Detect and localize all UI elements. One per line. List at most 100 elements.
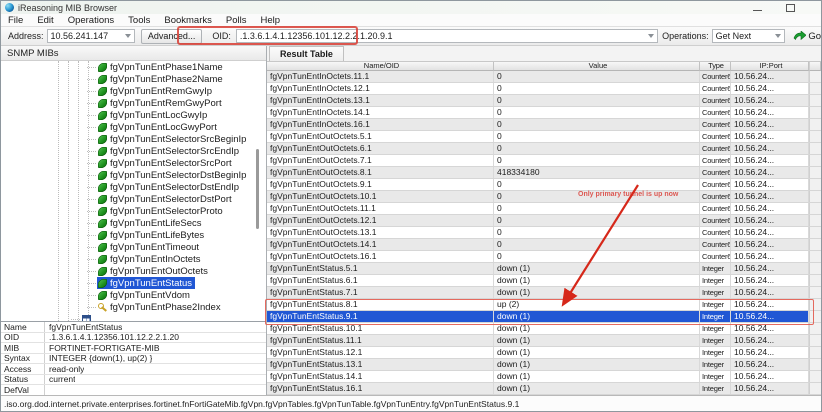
table-scrollbar-track[interactable] [809, 299, 821, 310]
table-scrollbar-track[interactable] [809, 371, 821, 382]
table-scrollbar-track[interactable] [809, 311, 821, 322]
tree-item[interactable]: fgVpnTunEntLocGwyIp [86, 109, 210, 121]
tree-item[interactable]: fgVpnTunEntPhase1Name [87, 61, 226, 73]
result-table-row[interactable]: fgVpnTunEntStatus.12.1 down (1) Integer … [267, 347, 821, 359]
table-scrollbar-track[interactable] [809, 119, 821, 130]
tree-item[interactable]: fgVpnTunEntPhase2Name [87, 73, 226, 85]
result-table-row[interactable]: fgVpnTunEntOutOctets.7.1 0 Counter64 10.… [267, 155, 821, 167]
result-table-row[interactable]: fgVpnTunEntStatus.13.1 down (1) Integer … [267, 359, 821, 371]
table-scrollbar-track[interactable] [809, 179, 821, 190]
column-header-value[interactable]: Value [494, 62, 700, 71]
result-table-row[interactable]: fgVpnTunEntInOctets.14.1 0 Counter64 10.… [267, 107, 821, 119]
table-scrollbar-track[interactable] [809, 191, 821, 202]
tree-item[interactable]: fgVpnTunEntSelectorSrcEndIp [86, 145, 242, 157]
result-table-row[interactable]: fgVpnTunEntInOctets.13.1 0 Counter64 10.… [267, 95, 821, 107]
table-scrollbar-track[interactable] [809, 287, 821, 298]
tree-item[interactable]: fgVpnTunEntSelectorDstEndIp [86, 181, 242, 193]
result-table-row[interactable]: fgVpnTunEntStatus.5.1 down (1) Integer 1… [267, 263, 821, 275]
table-scrollbar-track[interactable] [809, 251, 821, 262]
tree-item[interactable]: fgVpnTunEntLocGwyPort [87, 121, 220, 133]
result-table-row[interactable]: fgVpnTunEntOutOctets.10.1 0 Counter64 10… [267, 191, 821, 203]
oid-input[interactable]: .1.3.6.1.4.1.12356.101.12.2.2.1.20.9.1 [235, 29, 659, 43]
table-scrollbar-track[interactable] [809, 227, 821, 238]
tree-item[interactable]: fgVpnTunEntSelectorDstBeginIp [86, 169, 249, 181]
operations-combo[interactable]: Get Next [711, 29, 786, 43]
result-table-row[interactable]: fgVpnTunEntStatus.9.1 down (1) Integer 1… [267, 311, 821, 323]
result-table-row[interactable]: fgVpnTunEntStatus.14.1 down (1) Integer … [267, 371, 821, 383]
tree-item[interactable]: fgVpnTunEntStatus [86, 277, 196, 289]
result-table-row[interactable]: fgVpnTunEntOutOctets.16.1 0 Counter64 10… [267, 251, 821, 263]
minimize-button[interactable] [753, 4, 762, 11]
tree-item-label: fgVpnTunEntStatus [110, 277, 193, 289]
table-scrollbar-track[interactable] [809, 83, 821, 94]
table-scrollbar-track[interactable] [809, 263, 821, 274]
tree-item[interactable] [71, 313, 97, 321]
advanced-button[interactable]: Advanced... [140, 28, 203, 44]
tree-item[interactable]: fgVpnTunEntSelectorSrcBeginIp [86, 133, 249, 145]
result-table-row[interactable]: fgVpnTunEntInOctets.11.1 0 Counter64 10.… [267, 71, 821, 83]
menu-item[interactable]: Bookmarks [157, 15, 219, 26]
tree-item[interactable]: fgVpnTunEntSelectorProto [87, 205, 226, 217]
table-scrollbar-track[interactable] [809, 383, 821, 394]
tree-item[interactable]: fgVpnTunEntVdom [87, 289, 193, 301]
result-table-row[interactable]: fgVpnTunEntOutOctets.8.1 418334180 Count… [267, 167, 821, 179]
table-scrollbar-track[interactable] [809, 203, 821, 214]
result-table-tab[interactable]: Result Table [269, 46, 344, 61]
result-table-row[interactable]: fgVpnTunEntOutOctets.6.1 0 Counter64 10.… [267, 143, 821, 155]
address-combo[interactable]: 10.56.241.147 [46, 29, 135, 43]
cell-ip-port: 10.56.24... [731, 371, 809, 382]
table-scrollbar-track[interactable] [809, 107, 821, 118]
result-table-row[interactable]: fgVpnTunEntOutOctets.14.1 0 Counter64 10… [267, 239, 821, 251]
tree-item[interactable]: fgVpnTunEntLifeSecs [87, 217, 205, 229]
table-scrollbar-track[interactable] [809, 155, 821, 166]
column-header-ip-port[interactable]: IP:Port [731, 62, 809, 71]
result-table-row[interactable]: fgVpnTunEntInOctets.16.1 0 Counter64 10.… [267, 119, 821, 131]
tree-item[interactable]: fgVpnTunEntRemGwyPort [87, 97, 225, 109]
go-button[interactable]: Go [793, 31, 821, 42]
table-scrollbar-track[interactable] [809, 335, 821, 346]
table-scrollbar[interactable] [809, 62, 821, 71]
table-scrollbar-track[interactable] [809, 95, 821, 106]
table-scrollbar-track[interactable] [809, 323, 821, 334]
result-table-row[interactable]: fgVpnTunEntStatus.6.1 down (1) Integer 1… [267, 275, 821, 287]
result-table-row[interactable]: fgVpnTunEntInOctets.12.1 0 Counter64 10.… [267, 83, 821, 95]
tree-item[interactable]: fgVpnTunEntSelectorSrcPort [87, 157, 235, 169]
table-scrollbar-track[interactable] [809, 347, 821, 358]
result-table-row[interactable]: fgVpnTunEntOutOctets.11.1 0 Counter64 10… [267, 203, 821, 215]
cell-name-oid: fgVpnTunEntOutOctets.5.1 [267, 131, 494, 142]
result-table-row[interactable]: fgVpnTunEntStatus.11.1 down (1) Integer … [267, 335, 821, 347]
result-table-row[interactable]: fgVpnTunEntStatus.10.1 down (1) Integer … [267, 323, 821, 335]
table-scrollbar-track[interactable] [809, 215, 821, 226]
table-scrollbar-track[interactable] [809, 167, 821, 178]
menu-item[interactable]: Tools [121, 15, 157, 26]
menu-item[interactable]: Edit [30, 15, 60, 26]
menu-item[interactable]: Polls [219, 15, 254, 26]
menu-item[interactable]: Help [253, 15, 287, 26]
table-scrollbar-track[interactable] [809, 239, 821, 250]
result-table-row[interactable]: fgVpnTunEntStatus.16.1 down (1) Integer … [267, 383, 821, 395]
maximize-button[interactable] [786, 4, 795, 12]
column-header-type[interactable]: Type [700, 62, 731, 71]
result-table-row[interactable]: fgVpnTunEntOutOctets.12.1 0 Counter64 10… [267, 215, 821, 227]
tree-item[interactable]: fgVpnTunEntLifeBytes [86, 229, 207, 241]
tree-item[interactable]: fgVpnTunEntOutOctets [87, 265, 211, 277]
menu-item[interactable]: File [1, 15, 30, 26]
result-table-row[interactable]: fgVpnTunEntOutOctets.13.1 0 Counter64 10… [267, 227, 821, 239]
tree-item[interactable]: fgVpnTunEntTimeout [86, 241, 202, 253]
tree-item[interactable]: fgVpnTunEntSelectorDstPort [87, 193, 235, 205]
result-table-row[interactable]: fgVpnTunEntStatus.8.1 up (2) Integer 10.… [267, 299, 821, 311]
result-table-row[interactable]: fgVpnTunEntStatus.7.1 down (1) Integer 1… [267, 287, 821, 299]
column-header-name-oid[interactable]: Name/OID [267, 62, 494, 71]
tree-scrollbar-thumb[interactable] [256, 149, 259, 229]
result-table-row[interactable]: fgVpnTunEntOutOctets.9.1 0 Counter64 10.… [267, 179, 821, 191]
result-table-row[interactable]: fgVpnTunEntOutOctets.5.1 0 Counter64 10.… [267, 131, 821, 143]
table-scrollbar-track[interactable] [809, 71, 821, 82]
menu-item[interactable]: Operations [61, 15, 121, 26]
table-scrollbar-track[interactable] [809, 359, 821, 370]
tree-item[interactable]: fgVpnTunEntInOctets [86, 253, 203, 265]
table-scrollbar-track[interactable] [809, 275, 821, 286]
tree-item[interactable]: fgVpnTunEntPhase2Index [87, 301, 224, 313]
table-scrollbar-track[interactable] [809, 143, 821, 154]
table-scrollbar-track[interactable] [809, 131, 821, 142]
tree-item[interactable]: fgVpnTunEntRemGwyIp [86, 85, 215, 97]
